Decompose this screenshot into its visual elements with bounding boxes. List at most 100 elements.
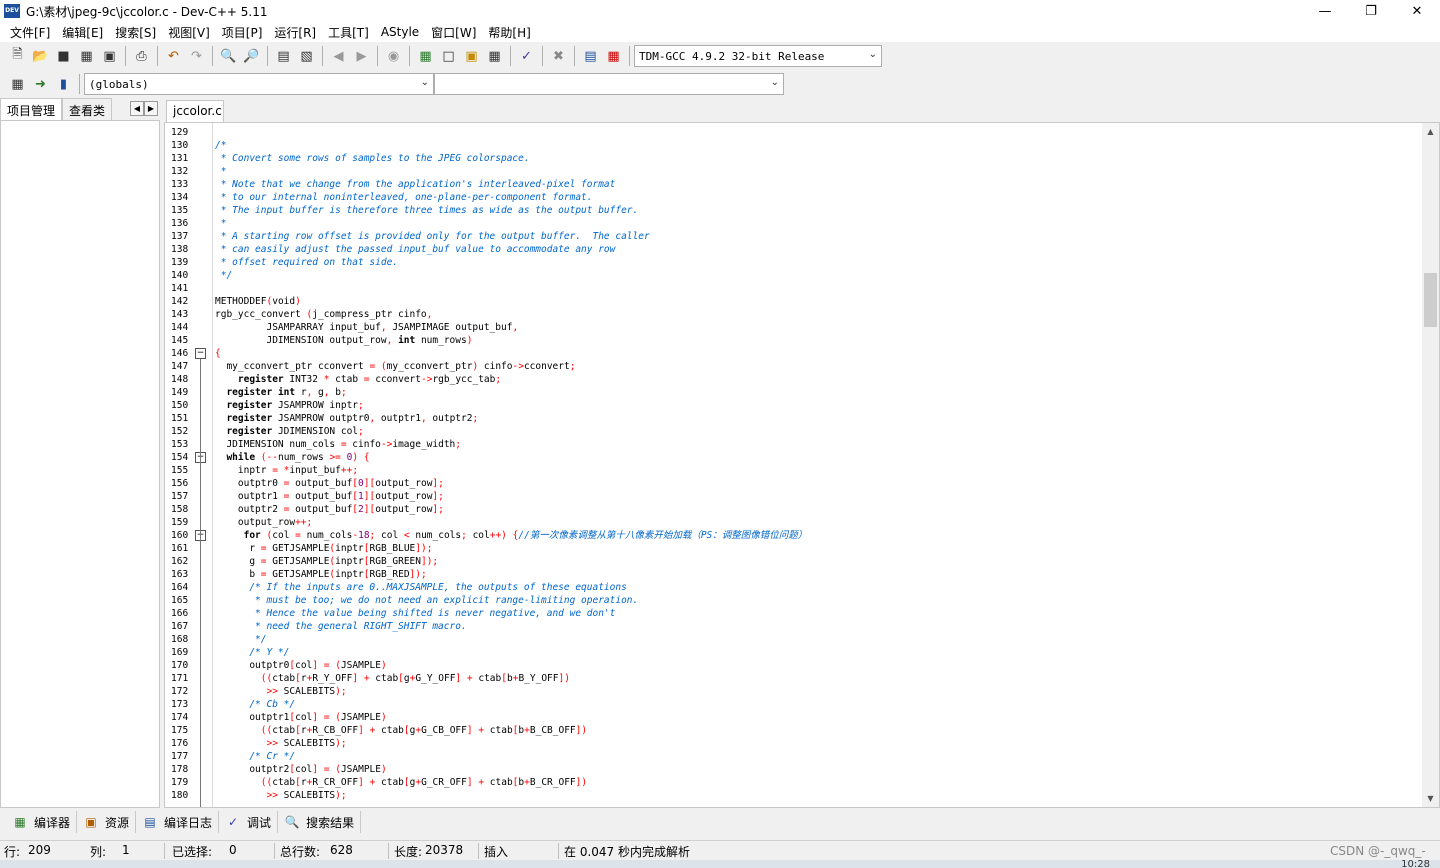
code-line[interactable]: * The input buffer is therefore three ti… <box>215 204 639 217</box>
code-line[interactable]: register JSAMPROW outptr0, outptr1, outp… <box>215 412 478 425</box>
code-line[interactable]: * need the general RIGHT_SHIFT macro. <box>215 620 467 633</box>
code-line[interactable]: >> SCALEBITS); <box>215 737 346 750</box>
code-line[interactable]: * <box>215 165 227 178</box>
new-project-button[interactable]: ▦ <box>7 74 28 95</box>
run-button[interactable]: □ <box>438 46 459 67</box>
code-line[interactable]: outptr0[col] = (JSAMPLE) <box>215 659 386 672</box>
tab-search-results[interactable]: 🔍 搜索结果 <box>278 811 362 833</box>
compiler-select[interactable]: TDM-GCC 4.9.2 32-bit Release ⌄ <box>634 45 882 67</box>
code-line[interactable]: /* Y */ <box>215 646 289 659</box>
code-line[interactable]: >> SCALEBITS); <box>215 685 346 698</box>
code-line[interactable]: b = GETJSAMPLE(inptr[RGB_RED]); <box>215 568 426 581</box>
code-line[interactable]: * Hence the value being shifted is never… <box>215 607 615 620</box>
save-button[interactable]: ■ <box>53 46 74 67</box>
print-button[interactable]: ⎙ <box>131 46 152 67</box>
fold-toggle-icon[interactable]: − <box>195 348 206 359</box>
code-area[interactable]: /* * Convert some rows of samples to the… <box>215 123 1415 807</box>
restore-button[interactable]: ❐ <box>1348 0 1394 22</box>
tab-project-manager[interactable]: 项目管理 <box>0 98 63 120</box>
tab-compiler[interactable]: ▦ 编译器 <box>6 811 78 833</box>
menu-project[interactable]: 项目[P] <box>216 24 269 41</box>
save-all-button[interactable]: ▦ <box>76 46 97 67</box>
code-line[interactable]: outptr2[col] = (JSAMPLE) <box>215 763 386 776</box>
code-line[interactable]: while (--num_rows >= 0) { <box>215 451 369 464</box>
code-line[interactable]: JDIMENSION output_row, int num_rows) <box>215 334 472 347</box>
code-line[interactable]: * to our internal noninterleaved, one-pl… <box>215 191 593 204</box>
code-line[interactable]: /* If the inputs are 0..MAXJSAMPLE, the … <box>215 581 627 594</box>
open-file-button[interactable]: 📂 <box>30 46 51 67</box>
code-line[interactable]: * Convert some rows of samples to the JP… <box>215 152 530 165</box>
tab-scroll-right-button[interactable]: ▶ <box>144 101 158 116</box>
delete-profile-button[interactable]: ▦ <box>603 46 624 67</box>
scroll-up-icon[interactable]: ▲ <box>1422 123 1439 140</box>
rebuild-button[interactable]: ▦ <box>484 46 505 67</box>
code-line[interactable]: outptr1 = output_buf[1][output_row]; <box>215 490 444 503</box>
code-line[interactable]: r = GETJSAMPLE(inptr[RGB_BLUE]); <box>215 542 432 555</box>
compile-run-button[interactable]: ▣ <box>461 46 482 67</box>
code-line[interactable]: * Note that we change from the applicati… <box>215 178 616 191</box>
code-line[interactable]: JDIMENSION num_cols = cinfo->image_width… <box>215 438 461 451</box>
menu-tools[interactable]: 工具[T] <box>322 24 375 41</box>
code-editor[interactable]: 129 130 131 132 133 134 135 136 137 138 139 140 141 1… <box>164 122 1440 808</box>
debug-button[interactable]: ✓ <box>516 46 537 67</box>
code-line[interactable]: register int r, g, b; <box>215 386 346 399</box>
code-line[interactable]: * A starting row offset is provided only… <box>215 230 650 243</box>
bookmark-button[interactable]: ◉ <box>383 46 404 67</box>
add-to-project-button[interactable]: ➜ <box>30 74 51 95</box>
redo-button[interactable]: ↷ <box>186 46 207 67</box>
menu-help[interactable]: 帮助[H] <box>482 24 536 41</box>
code-line[interactable]: output_row++; <box>215 516 312 529</box>
compile-button[interactable]: ▦ <box>415 46 436 67</box>
code-line[interactable]: METHODDEF(void) <box>215 295 301 308</box>
code-line[interactable]: * <box>215 217 227 230</box>
code-line[interactable]: rgb_ycc_convert (j_compress_ptr cinfo, <box>215 308 432 321</box>
menu-astyle[interactable]: AStyle <box>375 25 425 39</box>
tab-jccolor-c[interactable]: jccolor.c <box>166 100 224 122</box>
scrollbar-thumb[interactable] <box>1424 273 1437 327</box>
minimize-button[interactable]: — <box>1302 0 1348 22</box>
code-line[interactable]: >> SCALEBITS); <box>215 789 346 802</box>
code-line[interactable]: /* <box>215 139 226 152</box>
tab-resources[interactable]: ▣ 资源 <box>77 811 137 833</box>
goto-forward-button[interactable]: ▶ <box>351 46 372 67</box>
menu-file[interactable]: 文件[F] <box>4 24 56 41</box>
close-file-button[interactable]: ▣ <box>99 46 120 67</box>
close-button[interactable]: ✕ <box>1394 0 1440 22</box>
tab-scroll-left-button[interactable]: ◀ <box>130 101 144 116</box>
menu-view[interactable]: 视图[V] <box>162 24 216 41</box>
code-line[interactable]: outptr0 = output_buf[0][output_row]; <box>215 477 444 490</box>
tab-compile-log[interactable]: ▤ 编译日志 <box>136 811 220 833</box>
code-line[interactable]: g = GETJSAMPLE(inptr[RGB_GREEN]); <box>215 555 438 568</box>
indent-button[interactable]: ▤ <box>273 46 294 67</box>
menu-search[interactable]: 搜索[S] <box>109 24 162 41</box>
code-line[interactable]: JSAMPARRAY input_buf, JSAMPIMAGE output_… <box>215 321 518 334</box>
code-line[interactable]: /* Cr */ <box>215 750 295 763</box>
menu-edit[interactable]: 编辑[E] <box>56 24 109 41</box>
replace-button[interactable]: 🔎 <box>241 46 262 67</box>
find-button[interactable]: 🔍 <box>218 46 239 67</box>
tab-debug[interactable]: ✓ 调试 <box>219 811 279 833</box>
project-options-button[interactable]: ▮ <box>53 74 74 95</box>
undo-button[interactable]: ↶ <box>163 46 184 67</box>
code-line[interactable]: * offset required on that side. <box>215 256 398 269</box>
scope-select[interactable]: (globals) ⌄ <box>84 73 434 95</box>
code-line[interactable]: ((ctab[r+R_CR_OFF] + ctab[g+G_CR_OFF] + … <box>215 776 587 789</box>
stop-button[interactable]: ✖ <box>548 46 569 67</box>
new-file-button[interactable]: 🗎 <box>7 46 28 67</box>
code-line[interactable]: my_cconvert_ptr cconvert = (my_cconvert_… <box>215 360 575 373</box>
code-line[interactable]: * must be too; we do not need an explici… <box>215 594 638 607</box>
goto-back-button[interactable]: ◀ <box>328 46 349 67</box>
profile-button[interactable]: ▤ <box>580 46 601 67</box>
tab-class-browser[interactable]: 查看类 <box>62 98 113 120</box>
code-line[interactable]: register JDIMENSION col; <box>215 425 363 438</box>
menu-run[interactable]: 运行[R] <box>268 24 322 41</box>
vertical-scrollbar[interactable]: ▲ ▼ <box>1422 123 1439 807</box>
code-line[interactable]: */ <box>215 633 266 646</box>
menu-window[interactable]: 窗口[W] <box>425 24 482 41</box>
code-line[interactable]: register INT32 * ctab = cconvert->rgb_yc… <box>215 373 501 386</box>
project-tree[interactable] <box>0 120 160 808</box>
code-line[interactable]: * can easily adjust the passed input_buf… <box>215 243 616 256</box>
code-line[interactable]: { <box>215 347 221 360</box>
member-select[interactable]: ⌄ <box>434 73 784 95</box>
code-line[interactable]: for (col = num_cols-18; col < num_cols; … <box>215 529 808 542</box>
